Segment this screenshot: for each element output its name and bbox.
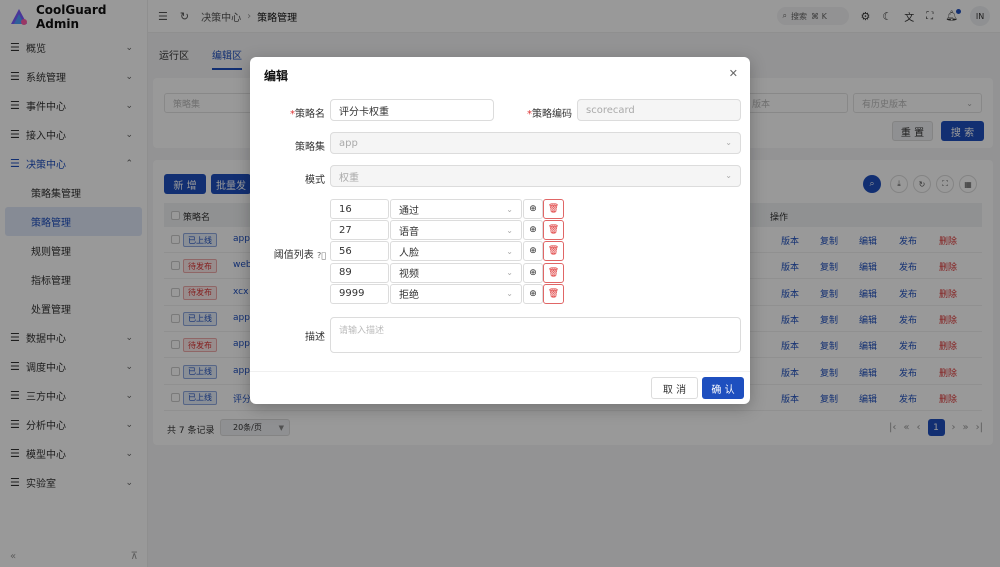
code-input: scorecard bbox=[577, 99, 741, 121]
confirm-button[interactable]: 确 认 bbox=[702, 377, 744, 399]
chevron-down-icon: ⌄ bbox=[506, 204, 513, 214]
description-label: 描述 bbox=[305, 332, 325, 343]
threshold-result-value: 语音 bbox=[399, 226, 419, 238]
chevron-down-icon: ⌄ bbox=[506, 246, 513, 256]
threshold-result-value: 通过 bbox=[399, 205, 419, 217]
delete-threshold-icon[interactable]: 🗑︎ bbox=[543, 220, 564, 241]
chevron-down-icon: ⌄ bbox=[506, 225, 513, 235]
threshold-result-select[interactable]: 人脸 ⌄ bbox=[390, 241, 522, 262]
delete-threshold-icon[interactable]: 🗑︎ bbox=[543, 283, 564, 304]
name-input[interactable]: 评分卡权重 bbox=[330, 99, 494, 121]
add-threshold-icon[interactable]: ⊕ bbox=[523, 241, 543, 262]
dialog-footer bbox=[250, 371, 750, 372]
threshold-result-value: 人脸 bbox=[399, 247, 419, 259]
threshold-result-value: 拒绝 bbox=[399, 290, 419, 302]
threshold-value-input[interactable]: 89 bbox=[330, 262, 389, 283]
threshold-label: 阈值列表 ?⃝ bbox=[273, 250, 326, 261]
add-threshold-icon[interactable]: ⊕ bbox=[523, 283, 543, 304]
edit-dialog: 编辑 ✕ *策略名 评分卡权重 *策略编码 scorecard 策略集 app … bbox=[250, 57, 750, 404]
delete-threshold-icon[interactable]: 🗑︎ bbox=[543, 241, 564, 262]
mode-label: 模式 bbox=[305, 175, 325, 186]
add-threshold-icon[interactable]: ⊕ bbox=[523, 199, 543, 219]
threshold-value-input[interactable]: 9999 bbox=[330, 283, 389, 304]
threshold-result-value: 视频 bbox=[399, 269, 419, 281]
strategy-set-label: 策略集 bbox=[295, 142, 325, 153]
threshold-result-select[interactable]: 拒绝 ⌄ bbox=[390, 283, 522, 304]
threshold-value-input[interactable]: 16 bbox=[330, 199, 389, 219]
delete-threshold-icon[interactable]: 🗑︎ bbox=[543, 199, 564, 219]
add-threshold-icon[interactable]: ⊕ bbox=[523, 262, 543, 283]
delete-threshold-icon[interactable]: 🗑︎ bbox=[543, 262, 564, 283]
add-threshold-icon[interactable]: ⊕ bbox=[523, 220, 543, 241]
chevron-down-icon: ⌄ bbox=[725, 171, 732, 180]
cancel-button[interactable]: 取 消 bbox=[651, 377, 698, 399]
threshold-result-select[interactable]: 语音 ⌄ bbox=[390, 220, 522, 241]
threshold-result-select[interactable]: 视频 ⌄ bbox=[390, 262, 522, 283]
dialog-title: 编辑 bbox=[264, 69, 289, 83]
mode-value: 权重 bbox=[339, 172, 359, 184]
name-label: *策略名 bbox=[290, 109, 325, 120]
threshold-value-input[interactable]: 27 bbox=[330, 220, 389, 241]
threshold-value-input[interactable]: 56 bbox=[330, 241, 389, 262]
help-icon: ?⃝ bbox=[316, 251, 326, 260]
close-icon[interactable]: ✕ bbox=[729, 67, 738, 80]
code-label: *策略编码 bbox=[527, 109, 572, 120]
strategy-set-select: app ⌄ bbox=[330, 132, 741, 154]
strategy-set-value: app bbox=[339, 137, 358, 149]
description-textarea[interactable]: 请输入描述 bbox=[330, 317, 741, 353]
chevron-down-icon: ⌄ bbox=[725, 138, 732, 147]
chevron-down-icon: ⌄ bbox=[506, 289, 513, 299]
threshold-result-select[interactable]: 通过 ⌄ bbox=[390, 199, 522, 219]
chevron-down-icon: ⌄ bbox=[506, 268, 513, 278]
mode-select: 权重 ⌄ bbox=[330, 165, 741, 187]
